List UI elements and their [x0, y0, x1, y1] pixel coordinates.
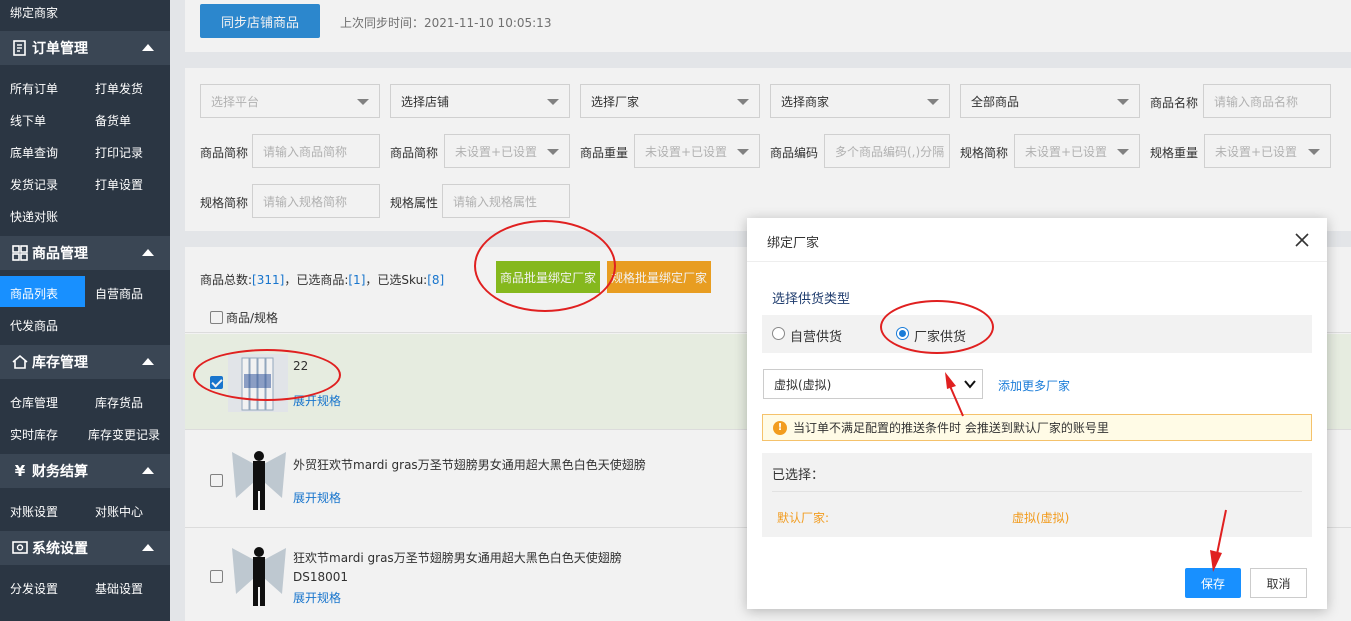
sidebar-item-print-settings[interactable]: 打单设置 [95, 176, 143, 193]
default-factory-label: 默认厂家: [777, 511, 830, 525]
chevron-up-icon [142, 358, 154, 365]
sidebar-section-stock[interactable]: 库存管理 [0, 345, 170, 379]
sidebar-item-print-ship[interactable]: 打单发货 [95, 80, 143, 97]
sidebar-section-orders[interactable]: 订单管理 [0, 31, 170, 65]
sidebar-section-system[interactable]: 系统设置 [0, 531, 170, 565]
sidebar-item-basic-settings[interactable]: 基础设置 [95, 580, 143, 597]
annotation-arrow [945, 372, 964, 417]
annotation-arrow [1210, 509, 1227, 572]
default-factory-value: 虚拟(虚拟) [1012, 511, 1070, 525]
sidebar-item-stock-list[interactable]: 备货单 [95, 112, 131, 129]
sidebar-item-dropship-goods[interactable]: 代发商品 [10, 317, 58, 334]
sidebar-item-receipt-query[interactable]: 底单查询 [10, 144, 58, 161]
sidebar-item-ship-log[interactable]: 发货记录 [10, 176, 58, 193]
warning-icon: ! [773, 420, 787, 435]
dialog-title: 绑定厂家 [767, 236, 820, 251]
chevron-up-icon [142, 467, 154, 474]
factory-select-value: 虚拟(虚拟) [774, 377, 832, 392]
sidebar-item-warehouse[interactable]: 仓库管理 [10, 394, 58, 411]
sidebar-item-distribute-settings[interactable]: 分发设置 [10, 580, 58, 597]
grid-icon [12, 245, 28, 261]
sidebar-item-reconcile-settings[interactable]: 对账设置 [10, 503, 58, 520]
chevron-up-icon [142, 44, 154, 51]
sidebar: 绑定商家 订单管理 所有订单 打单发货 线下单 备货单 底单查询 打印记录 发货… [0, 0, 170, 621]
radio-self-supply-label[interactable]: 自营供货 [790, 326, 842, 345]
annotation-circle [880, 300, 994, 354]
sidebar-item-all-orders[interactable]: 所有订单 [10, 80, 58, 97]
home-icon [12, 354, 28, 369]
sidebar-section-finance[interactable]: ¥ 财务结算 [0, 454, 170, 488]
annotation-circle [474, 220, 616, 312]
settings-icon [12, 541, 28, 554]
notice-text: 当订单不满足配置的推送条件时 会推送到默认厂家的账号里 [793, 421, 1109, 435]
cancel-button[interactable]: 取消 [1250, 568, 1307, 598]
sidebar-section-goods[interactable]: 商品管理 [0, 236, 170, 270]
chevron-up-icon [142, 544, 154, 551]
divider [772, 491, 1302, 492]
radio-self-supply[interactable] [772, 327, 785, 340]
sidebar-item-print-log[interactable]: 打印记录 [95, 144, 143, 161]
chevron-up-icon [142, 249, 154, 256]
sidebar-item-stock-goods[interactable]: 库存货品 [95, 394, 143, 411]
sidebar-section-label: 订单管理 [32, 41, 88, 57]
notice-bar: ! 当订单不满足配置的推送条件时 会推送到默认厂家的账号里 [762, 414, 1312, 441]
sidebar-item-stock-change[interactable]: 库存变更记录 [88, 426, 160, 443]
sidebar-section-label: 库存管理 [32, 355, 88, 371]
sidebar-item-self-goods[interactable]: 自营商品 [95, 285, 143, 302]
sidebar-item-offline[interactable]: 线下单 [10, 112, 46, 129]
sidebar-item-express-reconcile[interactable]: 快递对账 [10, 208, 58, 225]
sidebar-item-bind-merchant[interactable]: 绑定商家 [10, 4, 58, 21]
annotation-circle [193, 349, 341, 401]
yen-icon: ¥ [14, 462, 26, 480]
close-icon[interactable] [1295, 233, 1309, 247]
order-icon [13, 40, 26, 56]
sidebar-section-label: 财务结算 [32, 464, 88, 480]
sidebar-item-realtime-stock[interactable]: 实时库存 [10, 426, 58, 443]
supply-type-title: 选择供货类型 [772, 292, 851, 307]
dialog-header: 绑定厂家 [747, 218, 1327, 262]
supply-type-radio-group: 自营供货 厂家供货 [762, 315, 1312, 353]
selected-title: 已选择： [772, 468, 825, 483]
sidebar-item-goods-list[interactable]: 商品列表 [10, 285, 58, 302]
sidebar-section-label: 系统设置 [32, 541, 88, 557]
bind-factory-dialog: 绑定厂家 选择供货类型 自营供货 厂家供货 虚拟(虚拟) 添加更多厂家 ! 当订… [747, 218, 1327, 609]
sidebar-item-reconcile-center[interactable]: 对账中心 [95, 503, 143, 520]
sidebar-section-label: 商品管理 [32, 246, 88, 262]
add-more-factory-link[interactable]: 添加更多厂家 [998, 377, 1070, 394]
